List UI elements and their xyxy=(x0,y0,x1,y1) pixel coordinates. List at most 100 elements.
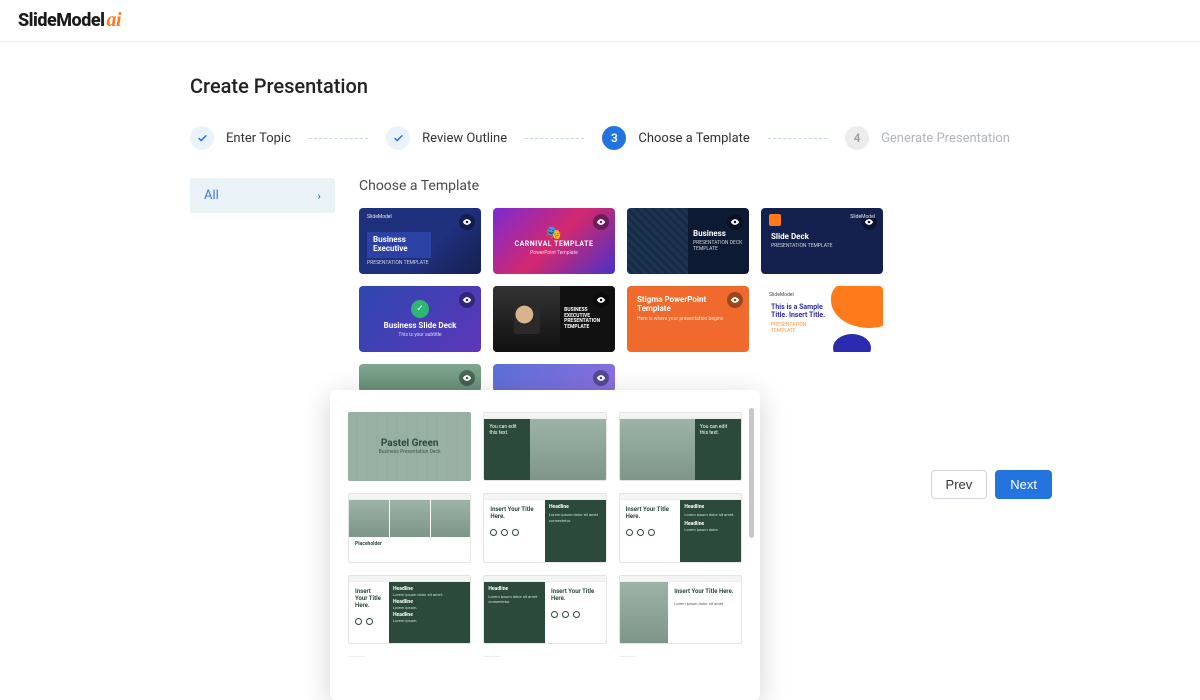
eye-icon[interactable] xyxy=(459,214,475,230)
step-divider xyxy=(309,138,368,139)
preview-slide[interactable]: Pastel Green Business Presentation Deck xyxy=(348,412,471,481)
template-brand: SlideModel xyxy=(367,214,392,220)
eye-icon[interactable] xyxy=(593,214,609,230)
preview-slide[interactable]: Insert Your Title Here. Headline Lorem i… xyxy=(348,575,471,644)
template-image xyxy=(627,208,688,274)
template-card[interactable]: BusinessPRESENTATION DECK TEMPLATE xyxy=(627,208,749,274)
template-sub: PowerPoint Template xyxy=(530,250,578,256)
slide-text: Headline xyxy=(488,586,541,592)
template-title: Business Executive xyxy=(367,232,431,258)
template-sub: PRESENTATION DECK TEMPLATE xyxy=(693,240,744,252)
template-preview-popup: Pastel Green Business Presentation Deck … xyxy=(330,390,760,700)
preview-slide[interactable]: You can edit this text. xyxy=(483,412,606,481)
header-bar: SlideModelai xyxy=(0,0,1200,42)
preview-slide[interactable]: Insert Your Title Here. Headline Lorem i… xyxy=(619,493,742,562)
preview-slide[interactable]: Headline Lorem ipsum dolor sit amet cons… xyxy=(483,575,606,644)
step-review-outline[interactable]: Review Outline xyxy=(386,126,507,150)
section-label: Choose a Template xyxy=(359,178,1010,194)
slide-image xyxy=(620,419,695,480)
check-circle-icon: ✓ xyxy=(411,300,429,318)
category-sidebar: All › xyxy=(190,178,335,213)
main-container: Create Presentation Enter Topic Review O… xyxy=(190,42,1010,392)
nav-buttons: Prev Next xyxy=(931,470,1052,499)
slide-text: Headline xyxy=(684,504,737,510)
template-grid: SlideModel Business Executive PRESENTATI… xyxy=(359,208,1010,392)
preview-slide[interactable] xyxy=(619,656,637,666)
slide-image xyxy=(620,582,669,643)
template-card[interactable]: SlideModel Business Executive PRESENTATI… xyxy=(359,208,481,274)
template-card[interactable] xyxy=(493,364,615,392)
scrollbar[interactable] xyxy=(749,408,754,538)
template-sub: Here is where your presentation begins xyxy=(637,316,739,322)
preview-slide[interactable]: Insert Your Title Here. Lorem ipsum dolo… xyxy=(619,575,742,644)
template-sub: PRESENTATION TEMPLATE xyxy=(367,260,473,266)
next-button[interactable]: Next xyxy=(995,470,1052,499)
logo-brand: SlideModel xyxy=(18,10,104,31)
preview-slide[interactable]: You can edit this text. xyxy=(619,412,742,481)
template-title: BUSINESS EXECUTIVE PRESENTATION TEMPLATE xyxy=(564,308,611,330)
step-number: 3 xyxy=(602,126,626,150)
template-title: Business xyxy=(693,230,744,239)
content-row: All › Choose a Template SlideModel Busin… xyxy=(190,178,1010,392)
slide-text: Placeholder xyxy=(349,537,470,551)
slide-text: You can edit this text. xyxy=(695,419,741,480)
eye-icon[interactable] xyxy=(459,370,475,386)
slide-title: Insert Your Title Here. xyxy=(668,582,741,601)
template-card[interactable]: 🎭 CARNIVAL TEMPLATE PowerPoint Template xyxy=(493,208,615,274)
step-label: Enter Topic xyxy=(226,131,291,146)
template-area: Choose a Template SlideModel Business Ex… xyxy=(359,178,1010,392)
template-card[interactable]: SlideModel This is a Sample Title. Inser… xyxy=(761,286,883,352)
step-number: 4 xyxy=(845,126,869,150)
eye-icon[interactable] xyxy=(727,292,743,308)
preview-slide[interactable]: Insert Your Title Here. Headline Lorem i… xyxy=(483,493,606,562)
step-divider xyxy=(525,138,584,139)
sidebar-item-label: All xyxy=(204,188,219,203)
template-brand: SlideModel xyxy=(850,214,875,220)
template-card[interactable] xyxy=(359,364,481,392)
slide-text: You can edit this text. xyxy=(484,419,530,480)
template-card[interactable]: ✓ Business Slide Deck This is your subti… xyxy=(359,286,481,352)
template-sub: This is your subtitle xyxy=(398,332,441,338)
template-card[interactable]: SlideModel Slide Deck PRESENTATION TEMPL… xyxy=(761,208,883,274)
shape-icon xyxy=(831,286,883,328)
template-brand: SlideModel xyxy=(769,292,794,298)
slide-sub: Business Presentation Deck xyxy=(379,449,441,455)
stepper: Enter Topic Review Outline 3 Choose a Te… xyxy=(190,126,1010,150)
preview-slide[interactable] xyxy=(483,656,501,666)
check-icon xyxy=(386,126,410,150)
template-card[interactable]: Stigma PowerPoint Template Here is where… xyxy=(627,286,749,352)
slide-title: Insert Your Title Here. xyxy=(620,500,681,526)
logo-suffix: ai xyxy=(106,9,121,31)
template-sub: PRESENTATION TEMPLATE xyxy=(771,243,875,249)
step-enter-topic[interactable]: Enter Topic xyxy=(190,126,291,150)
step-label: Choose a Template xyxy=(638,131,749,146)
sidebar-item-all[interactable]: All › xyxy=(190,178,335,213)
eye-icon[interactable] xyxy=(459,292,475,308)
step-label: Review Outline xyxy=(422,131,507,146)
check-icon xyxy=(190,126,214,150)
eye-icon[interactable] xyxy=(727,214,743,230)
step-divider xyxy=(768,138,827,139)
slide-text: Headline xyxy=(549,504,602,510)
template-image xyxy=(493,286,560,352)
slide-image xyxy=(530,419,605,480)
eye-icon[interactable] xyxy=(593,370,609,386)
template-title: CARNIVAL TEMPLATE xyxy=(515,241,594,249)
page-title: Create Presentation xyxy=(190,74,1010,98)
chevron-right-icon: › xyxy=(317,189,321,203)
preview-slide[interactable] xyxy=(348,656,366,666)
step-label: Generate Presentation xyxy=(881,131,1010,146)
prev-button[interactable]: Prev xyxy=(931,470,988,499)
template-card[interactable]: BUSINESS EXECUTIVE PRESENTATION TEMPLATE xyxy=(493,286,615,352)
eye-icon[interactable] xyxy=(593,292,609,308)
preview-grid: Pastel Green Business Presentation Deck … xyxy=(348,412,742,666)
step-generate: 4 Generate Presentation xyxy=(845,126,1010,150)
logo[interactable]: SlideModelai xyxy=(18,9,121,32)
preview-slide[interactable]: Placeholder xyxy=(348,493,471,562)
template-sub: PRESENTATION TEMPLATE xyxy=(771,322,826,334)
slide-title: Insert Your Title Here. xyxy=(349,582,389,615)
slide-title: Insert Your Title Here. xyxy=(484,500,545,526)
slide-title: Insert Your Title Here. xyxy=(545,582,606,608)
template-title: Stigma PowerPoint Template xyxy=(637,296,739,314)
step-choose-template[interactable]: 3 Choose a Template xyxy=(602,126,749,150)
